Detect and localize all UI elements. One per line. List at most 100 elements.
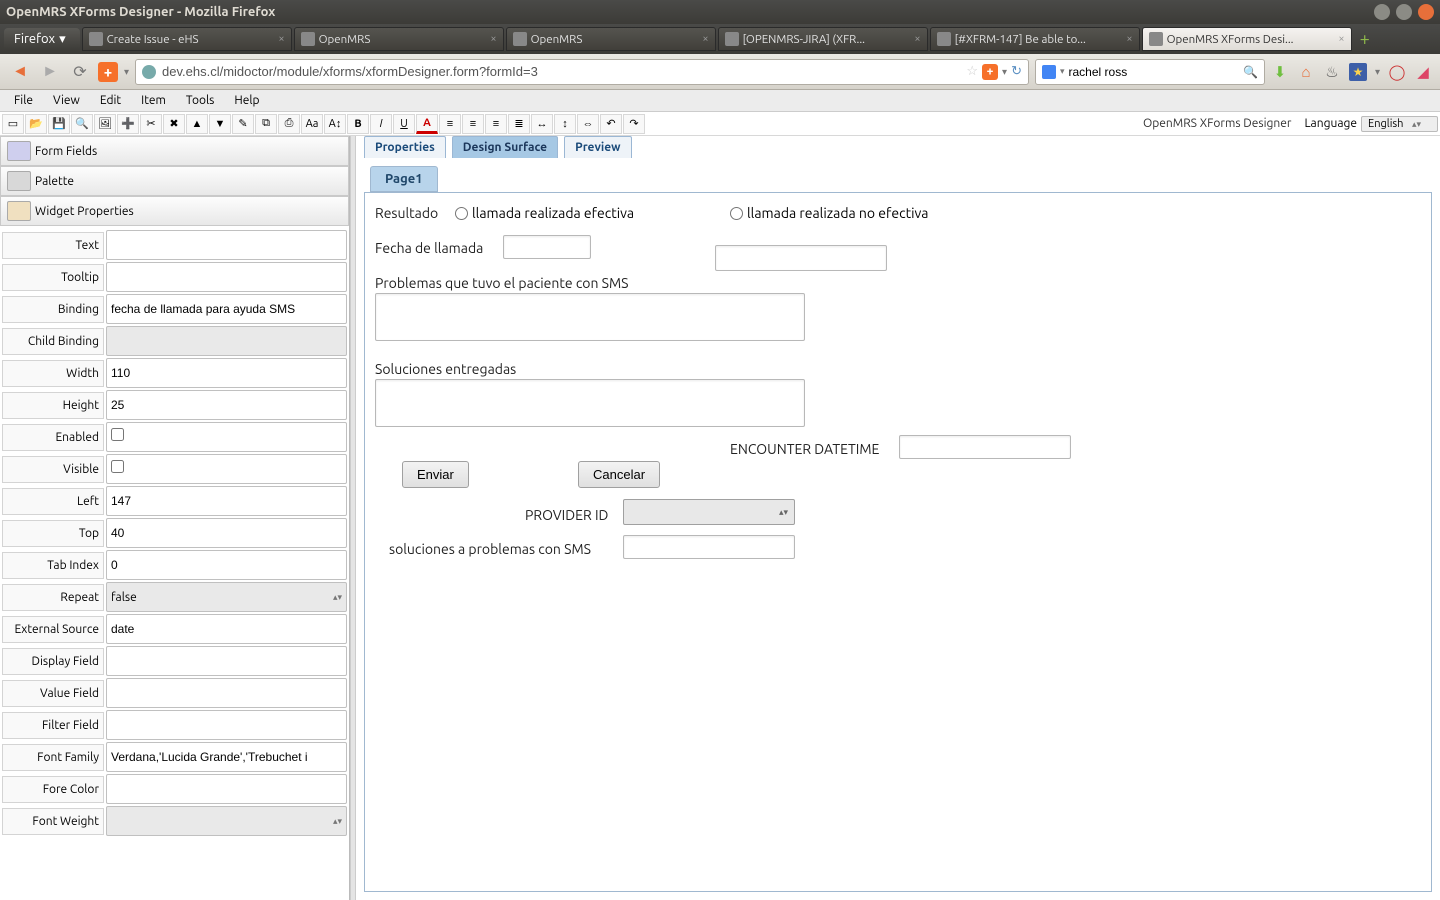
property-checkbox[interactable]	[111, 428, 124, 441]
noscript-icon[interactable]: ◯	[1388, 63, 1406, 81]
align-left-icon[interactable]: ≡	[439, 114, 461, 134]
underline-icon[interactable]: U	[393, 114, 415, 134]
property-input[interactable]	[106, 550, 347, 580]
font-icon[interactable]: Aa	[301, 114, 323, 134]
property-input[interactable]	[106, 230, 347, 260]
hrule-icon[interactable]: ↔	[531, 114, 553, 134]
align-right-icon[interactable]: ≡	[485, 114, 507, 134]
addthis-url-icon[interactable]: +	[982, 64, 998, 80]
tab-close-icon[interactable]: ×	[914, 33, 920, 45]
paste-icon[interactable]: ⎙	[278, 114, 300, 134]
browser-tab[interactable]: Create Issue - eHS×	[82, 27, 292, 51]
cut-icon[interactable]: ✂	[140, 114, 162, 134]
home-icon[interactable]: ⌂	[1297, 63, 1315, 81]
property-input[interactable]	[106, 262, 347, 292]
search-dropdown-icon[interactable]: ▾	[1060, 66, 1065, 77]
width-icon[interactable]: ⇔	[577, 114, 599, 134]
section-form-fields[interactable]: Form Fields	[0, 136, 349, 166]
section-palette[interactable]: Palette	[0, 166, 349, 196]
new-icon[interactable]: ▭	[2, 114, 24, 134]
delete-icon[interactable]: ✖	[163, 114, 185, 134]
property-input[interactable]	[106, 742, 347, 772]
property-input[interactable]	[106, 614, 347, 644]
tab-properties[interactable]: Properties	[364, 136, 446, 158]
open-icon[interactable]: 📂	[25, 114, 47, 134]
menu-tools[interactable]: Tools	[176, 92, 225, 109]
brush-icon[interactable]: ✎	[232, 114, 254, 134]
input-aux[interactable]	[715, 245, 887, 271]
menu-help[interactable]: Help	[224, 92, 269, 109]
bookmark-icon[interactable]: ★	[1349, 63, 1367, 81]
new-tab-button[interactable]: +	[1354, 29, 1376, 49]
tab-preview[interactable]: Preview	[564, 136, 631, 158]
color-icon[interactable]: A	[416, 114, 438, 134]
property-input[interactable]	[106, 678, 347, 708]
property-input[interactable]	[106, 454, 347, 484]
addon-icon[interactable]: ◢	[1414, 63, 1432, 81]
search-input[interactable]	[1069, 65, 1244, 79]
tab-close-icon[interactable]: ×	[702, 33, 708, 45]
input-fecha[interactable]	[503, 235, 591, 259]
bookmark-dropdown-icon[interactable]: ▾	[1375, 66, 1380, 78]
property-input[interactable]	[106, 486, 347, 516]
dropdown-icon[interactable]: ▾	[1002, 66, 1007, 78]
window-close-icon[interactable]	[1418, 4, 1434, 20]
property-input[interactable]	[106, 646, 347, 676]
cancel-button[interactable]: Cancelar	[578, 461, 660, 488]
down-icon[interactable]: ▼	[209, 114, 231, 134]
browser-tab[interactable]: [OPENMRS-JIRA] (XFR...×	[718, 27, 928, 51]
up-icon[interactable]: ▲	[186, 114, 208, 134]
url-bar[interactable]: ☆ + ▾ ↻	[135, 59, 1029, 85]
url-input[interactable]	[162, 64, 966, 79]
tab-design-surface[interactable]: Design Surface	[452, 136, 558, 158]
reload-button[interactable]: ⟳	[68, 60, 92, 84]
copy-icon[interactable]: ⧉	[255, 114, 277, 134]
property-select[interactable]: false▴▾	[106, 582, 347, 612]
addthis-dropdown-icon[interactable]: ▾	[124, 66, 129, 78]
window-minimize-icon[interactable]	[1374, 4, 1390, 20]
download-icon[interactable]: ⬇	[1271, 63, 1289, 81]
property-input[interactable]	[106, 358, 347, 388]
property-input[interactable]	[106, 422, 347, 452]
addthis-icon[interactable]: +	[98, 62, 118, 82]
site-identity-icon[interactable]	[142, 65, 156, 79]
back-button[interactable]: ◄	[8, 60, 32, 84]
property-input[interactable]	[106, 326, 347, 356]
input-encounter[interactable]	[899, 435, 1071, 459]
tab-close-icon[interactable]: ×	[278, 33, 284, 45]
browser-tab[interactable]: OpenMRS×	[294, 27, 504, 51]
redo-icon[interactable]: ↷	[623, 114, 645, 134]
bold-icon[interactable]: B	[347, 114, 369, 134]
menu-file[interactable]: File	[4, 92, 43, 109]
section-widget-properties[interactable]: Widget Properties	[0, 196, 349, 226]
property-input[interactable]	[106, 774, 347, 804]
undo-icon[interactable]: ↶	[600, 114, 622, 134]
search-bar[interactable]: ▾ 🔍	[1035, 59, 1265, 85]
menu-edit[interactable]: Edit	[90, 92, 131, 109]
tab-close-icon[interactable]: ×	[1126, 33, 1132, 45]
radio-efectiva[interactable]: llamada realizada efectiva	[455, 205, 634, 221]
save-icon[interactable]: 💾	[48, 114, 70, 134]
radio-input[interactable]	[730, 207, 743, 220]
property-input[interactable]	[106, 710, 347, 740]
property-input[interactable]	[106, 518, 347, 548]
window-maximize-icon[interactable]	[1396, 4, 1412, 20]
firefox-menu-button[interactable]: Firefox ▾	[4, 28, 80, 51]
font-size-icon[interactable]: A↕	[324, 114, 346, 134]
textarea-soluciones[interactable]	[375, 379, 805, 427]
go-reload-icon[interactable]: ↻	[1011, 64, 1022, 79]
tab-close-icon[interactable]: ×	[490, 33, 496, 45]
fire-icon[interactable]: ♨	[1323, 63, 1341, 81]
property-select[interactable]: ▴▾	[106, 806, 347, 836]
radio-no-efectiva[interactable]: llamada realizada no efectiva	[730, 205, 928, 221]
select-provider[interactable]: ▴▾	[623, 499, 795, 525]
tab-close-icon[interactable]: ×	[1338, 33, 1344, 45]
property-checkbox[interactable]	[111, 460, 124, 473]
browser-tab[interactable]: OpenMRS×	[506, 27, 716, 51]
language-select[interactable]: English ▴▾	[1361, 116, 1438, 132]
browser-tab[interactable]: [#XFRM-147] Be able to...×	[930, 27, 1140, 51]
height-icon[interactable]: ↕	[554, 114, 576, 134]
design-canvas[interactable]: Resultado llamada realizada efectiva lla…	[364, 192, 1432, 892]
property-input[interactable]	[106, 294, 347, 324]
menu-item[interactable]: Item	[131, 92, 176, 109]
